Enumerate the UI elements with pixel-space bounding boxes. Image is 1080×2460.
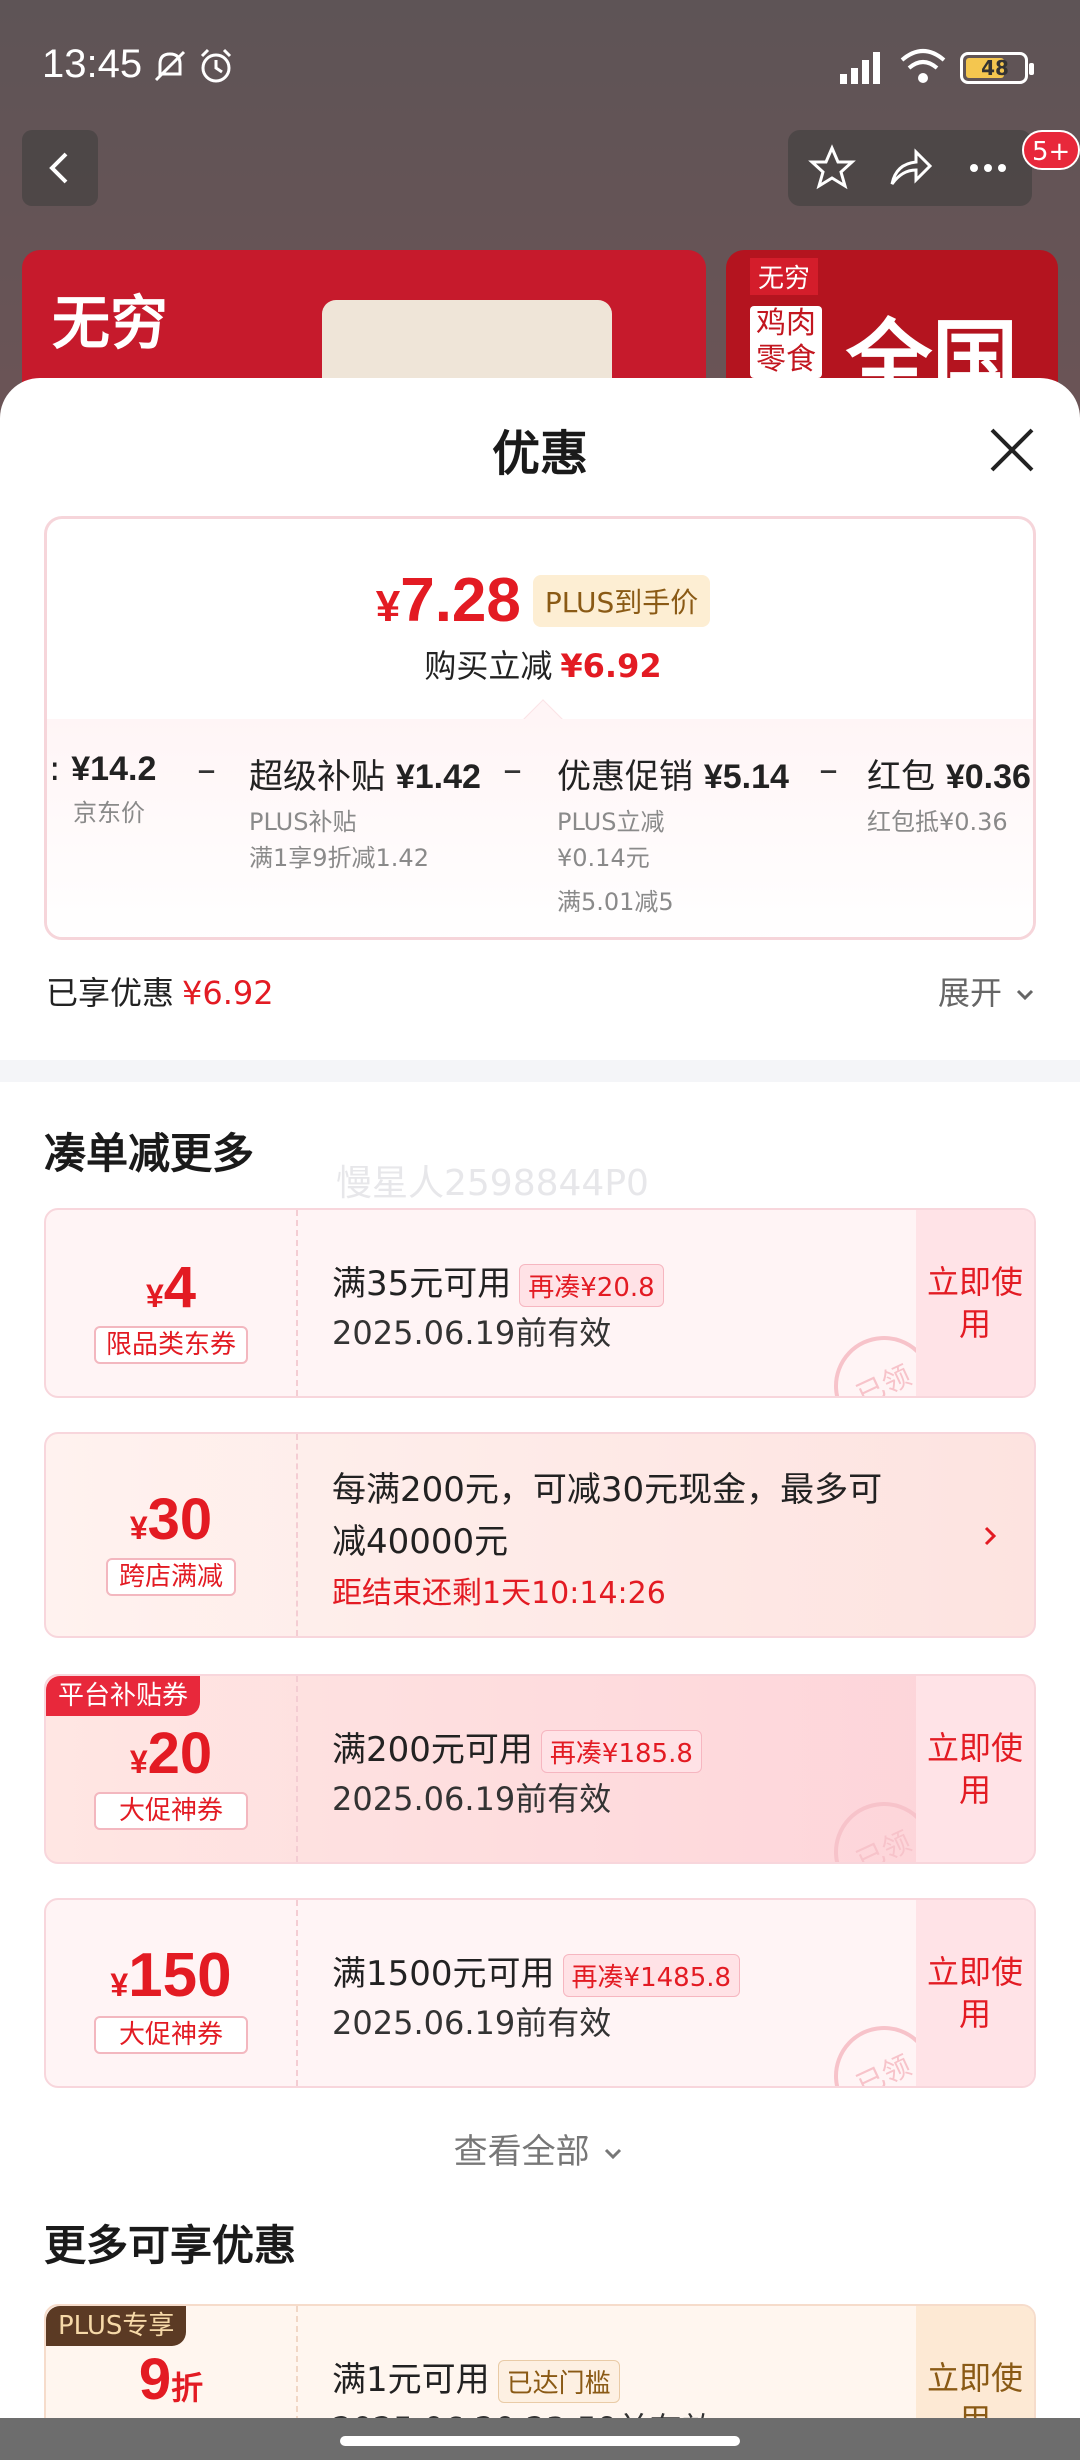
coupon-amount: ¥30 <box>129 1487 213 1552</box>
breakdown-promotion: 优惠促销 ¥5.14 PLUS立减 ¥0.14元 满5.01减5 <box>557 757 789 916</box>
section-title-more: 更多可享优惠 <box>44 2221 297 2270</box>
coupon-card: 平台补贴券 ¥20 大促神券 满200元可用 再凑¥185.8 2025.06.1… <box>44 1674 1036 1864</box>
watermark: 慢星人2598844P0 <box>336 1163 649 1204</box>
chevron-down-icon <box>605 2148 622 2159</box>
breakdown-red-packet: 红包 ¥0.36 红包抵¥0.36 <box>867 757 1031 836</box>
wifi-icon <box>898 46 948 90</box>
section-divider <box>0 1060 1080 1082</box>
coupon-amount: ¥20 <box>129 1721 213 1786</box>
share-icon[interactable] <box>886 144 934 192</box>
instant-discount: 购买立减 ¥6.92 <box>424 647 662 685</box>
star-icon[interactable] <box>808 144 856 192</box>
coupon-condition: 满1元可用 已达门槛 <box>332 2352 620 2403</box>
coupon-card: ¥150 大促神券 满1500元可用 再凑¥1485.8 2025.06.19前有… <box>44 1898 1036 2088</box>
chevron-left-icon <box>49 152 68 184</box>
coupon-type-tag: 大促神券 <box>94 2016 248 2054</box>
platform-subsidy-tag: 平台补贴券 <box>46 1676 201 1716</box>
chevron-down-icon <box>1017 989 1034 1001</box>
alarm-icon <box>196 46 236 90</box>
coupon-validity: 2025.06.19前有效 <box>332 1780 612 1818</box>
more-icon[interactable] <box>964 144 1012 192</box>
use-now-button[interactable]: 立即使用 <box>916 1900 1034 2086</box>
coupon-condition: 满35元可用 再凑¥20.8 <box>332 1256 664 1307</box>
coupon-card: ¥4 限品类东券 满35元可用 再凑¥20.8 2025.06.19前有效 已领 … <box>44 1208 1036 1398</box>
expand-button[interactable]: 展开 <box>938 968 1038 1014</box>
coupon-type-tag: 限品类东券 <box>94 1326 248 1364</box>
coupon-amount: ¥150 <box>110 1941 232 2010</box>
price-summary-card: ¥7.28 PLUS到手价 购买立减 ¥6.92 : ¥14.2 京东价 – 超级补… <box>44 516 1036 940</box>
final-price: ¥7.28 <box>375 566 521 635</box>
use-now-button[interactable]: 立即使用 <box>916 2306 1034 2418</box>
enjoyed-discount: 已享优惠 ¥6.92 <box>46 974 274 1012</box>
clock: 13:45 <box>42 42 143 86</box>
coupon-condition: 满1500元可用 再凑¥1485.8 <box>332 1946 741 1997</box>
coupon-condition: 满200元可用 再凑¥185.8 <box>332 1722 702 1773</box>
silent-icon <box>150 46 190 90</box>
use-now-button[interactable]: 立即使用 <box>916 1676 1034 1862</box>
message-badge: 5+ <box>1022 130 1080 170</box>
coupon-amount: ¥4 <box>145 1255 197 1320</box>
section-title-bundle: 凑单减更多 <box>44 1129 255 1178</box>
coupon-type-tag: 跨店满减 <box>106 1558 236 1596</box>
discount-sheet: 优惠 ¥7.28 PLUS到手价 购买立减 ¥6.92 : ¥14.2 京东价 – … <box>0 378 1080 2418</box>
chevron-right-icon <box>984 1526 997 1546</box>
coupon-type-tag: 大促神券 <box>94 1792 248 1830</box>
plus-exclusive-tag: PLUS专享 <box>46 2306 187 2346</box>
signal-icon <box>838 46 892 90</box>
use-now-button[interactable]: 立即使用 <box>916 1210 1034 1396</box>
coupon-validity: 2025.06.20 23:59前有效 <box>332 2404 714 2418</box>
coupon-description-line2: 减40000元 <box>332 1522 509 1562</box>
product-banner: 无穷 无穷 <box>22 250 706 390</box>
view-all-button[interactable]: 查看全部 <box>0 2124 1080 2173</box>
brand-logo: 无穷 <box>52 289 169 357</box>
coupon-card-plus: PLUS专享 9折 满1元可用已达门槛 2025.06.20 23:59前有效 … <box>44 2304 1036 2418</box>
coupon-description-line1: 每满200元，可减30元现金，最多可 <box>332 1470 883 1510</box>
coupon-validity: 2025.06.19前有效 <box>332 2004 612 2042</box>
plus-price-badge: PLUS到手价 <box>532 574 711 627</box>
sheet-title: 优惠 <box>491 426 588 482</box>
home-indicator[interactable] <box>340 2436 740 2446</box>
product-package: 无穷 <box>322 300 612 390</box>
back-button[interactable] <box>22 130 98 206</box>
coupon-discount: 9折 <box>138 2347 204 2412</box>
close-icon[interactable] <box>980 418 1044 482</box>
top-actions <box>788 130 1032 206</box>
breakdown-super-subsidy: 超级补贴 ¥1.42 PLUS补贴 满1享9折减1.42 <box>249 757 481 872</box>
promo-banner: 无穷 鸡肉零食 全国 <box>726 250 1058 390</box>
price-breakdown: : ¥14.2 京东价 – 超级补贴 ¥1.42 PLUS补贴 满1享9折减1.… <box>47 719 1033 937</box>
coupon-validity: 2025.06.19前有效 <box>332 1314 612 1352</box>
status-bar: 13:45 48 <box>0 0 1080 130</box>
coupon-card-cross-store[interactable]: ¥30 跨店满减 每满200元，可减30元现金，最多可 减40000元 距结束还… <box>44 1432 1036 1638</box>
breakdown-jd-price: : ¥14.2 京东价 <box>49 749 157 827</box>
countdown: 距结束还剩1天10:14:26 <box>332 1576 666 1611</box>
battery-icon: 48 <box>960 52 1034 84</box>
